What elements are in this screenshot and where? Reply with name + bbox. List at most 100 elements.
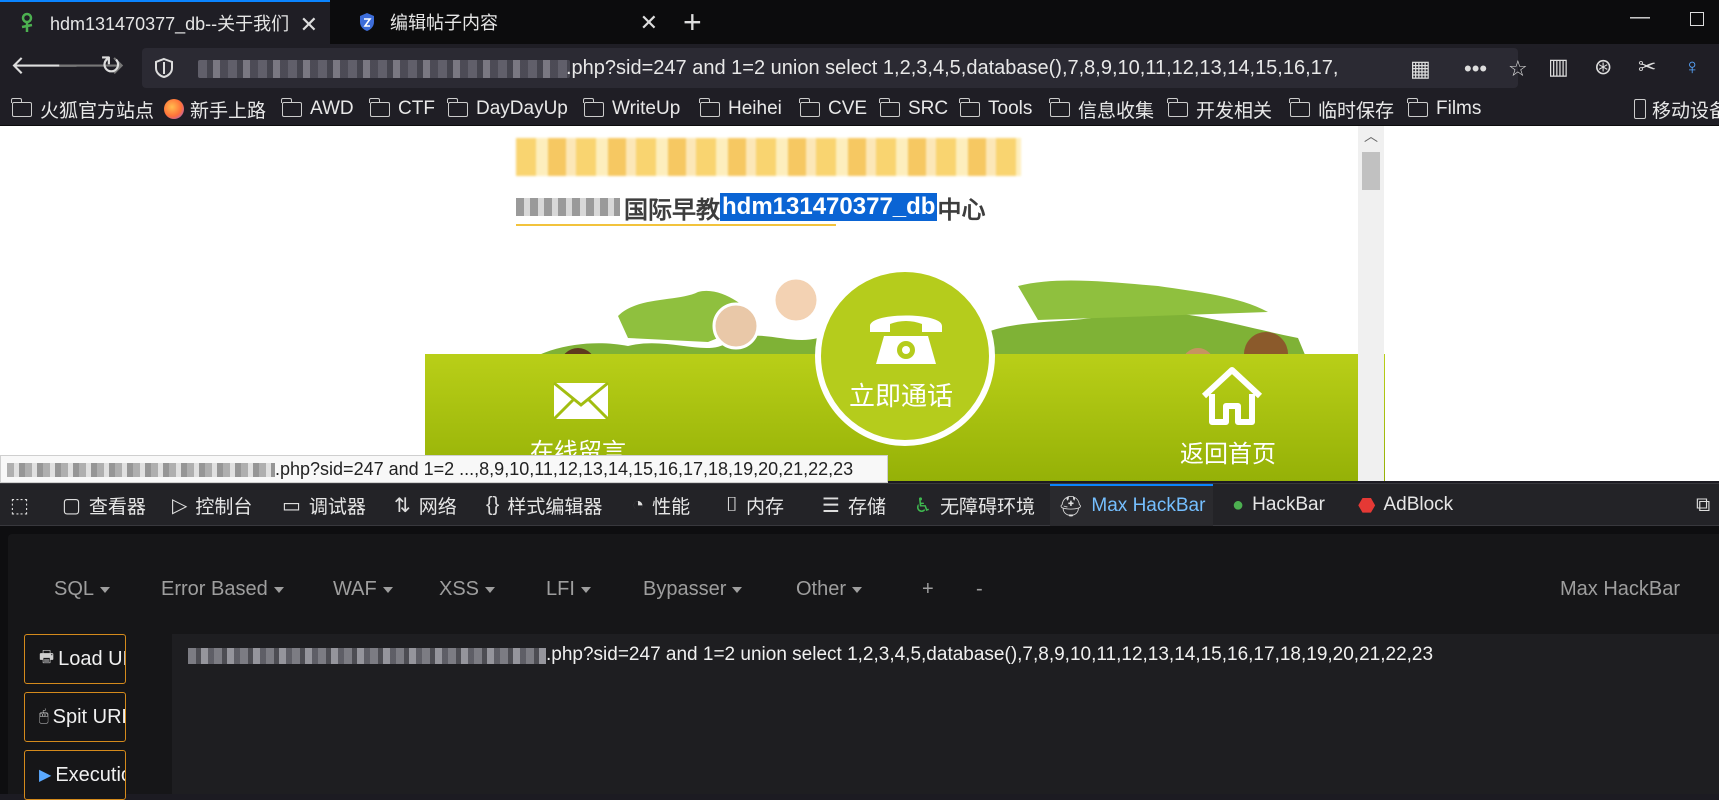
link-status-popup: .php?sid=247 and 1=2 ...,8,9,10,11,12,13…: [0, 455, 888, 483]
mobile-device-icon: [1634, 99, 1646, 119]
shield-icon[interactable]: [154, 57, 174, 79]
chevron-down-icon: [580, 586, 591, 593]
devtools-tab-memory[interactable]: ⌷ 内存: [726, 484, 784, 526]
menu-lfi[interactable]: LFI: [546, 578, 591, 601]
url-text[interactable]: .php?sid=247 and 1=2 union select 1,2,3,…: [566, 57, 1541, 80]
console-icon: ▷: [172, 494, 188, 517]
element-picker-button[interactable]: ⬚: [10, 484, 37, 526]
accessibility-icon: ♿: [914, 494, 932, 517]
page-scrollbar[interactable]: ︿: [1358, 126, 1384, 481]
folder-icon: [1289, 97, 1310, 117]
bookmark-item[interactable]: 开发相关: [1167, 96, 1272, 122]
bookmark-item[interactable]: 火狐官方站点: [11, 96, 154, 122]
mobile-bookmarks[interactable]: 移动设备: [1634, 96, 1719, 122]
maximize-window-icon[interactable]: [1690, 12, 1704, 26]
folder-icon: [1049, 97, 1070, 117]
close-tab-icon[interactable]: ✕: [300, 12, 318, 38]
url-bar[interactable]: .php?sid=247 and 1=2 union select 1,2,3,…: [142, 48, 1528, 88]
highlighted-database-name: hdm131470377_db: [720, 193, 938, 221]
qr-code-icon[interactable]: ▦: [1410, 56, 1431, 82]
close-tab-icon[interactable]: ✕: [640, 10, 658, 36]
menu-sql[interactable]: SQL: [54, 578, 111, 601]
url-redacted: [198, 60, 570, 78]
tab-strip: hdm131470377_db--关于我们 ✕ 编辑帖子内容 ✕ + —: [0, 0, 1719, 44]
bookmark-item[interactable]: 临时保存: [1289, 96, 1394, 122]
add-menu-button[interactable]: +: [922, 578, 934, 601]
devtools-tab-storage[interactable]: ☰ 存储: [822, 484, 886, 526]
network-icon: ⇅: [394, 494, 411, 517]
pin-extension-icon[interactable]: ♀: [1684, 54, 1701, 80]
bookmark-item[interactable]: DayDayUp: [447, 96, 568, 122]
split-url-button[interactable]: 🖱 Spit URL: [24, 692, 126, 742]
status-url-redacted: [7, 463, 275, 477]
tab-active[interactable]: hdm131470377_db--关于我们 ✕: [0, 0, 330, 44]
chevron-down-icon: [382, 586, 393, 593]
sidebar-icon[interactable]: ▥: [1548, 54, 1569, 80]
minimize-window-icon[interactable]: —: [1630, 6, 1650, 29]
scrollbar-thumb[interactable]: [1362, 152, 1380, 190]
back-home-link[interactable]: 返回首页: [1180, 434, 1276, 469]
load-url-button[interactable]: 🖶Load URL: [24, 634, 126, 684]
devtools-tab-console[interactable]: ▷ 控制台: [172, 484, 252, 526]
menu-xss[interactable]: XSS: [439, 578, 496, 601]
menu-bypasser[interactable]: Bypasser: [643, 578, 743, 601]
folder-icon: [369, 97, 390, 117]
devtools-dock-icon[interactable]: ⧉: [1696, 484, 1718, 526]
devtools-tab-inspector[interactable]: ▢ 查看器: [62, 484, 146, 526]
menu-other[interactable]: Other: [796, 578, 863, 601]
storage-icon: ☰: [822, 494, 840, 517]
debugger-icon: ▭: [282, 494, 301, 517]
bookmark-item[interactable]: WriteUp: [583, 96, 680, 122]
folder-icon: [959, 97, 980, 117]
bookmark-item[interactable]: AWD: [281, 96, 354, 122]
play-icon: ▶: [39, 767, 52, 784]
bookmark-item[interactable]: 信息收集: [1049, 96, 1154, 122]
folder-icon: [1167, 97, 1188, 117]
devtools-toolbar: ⬚ ▢ 查看器 ▷ 控制台 ▭ 调试器 ⇅ 网络 {} 样式编辑器 ◔ 性能 ⌷ 内存 ☰ 存储…: [0, 483, 1719, 526]
bookmark-item[interactable]: CVE: [799, 96, 867, 122]
devtools-tab-style-editor[interactable]: {} 样式编辑器: [486, 484, 602, 526]
bookmark-item[interactable]: 新手上路: [164, 96, 266, 122]
devtools-tab-debugger[interactable]: ▭ 调试器: [282, 484, 366, 526]
new-tab-button[interactable]: +: [683, 4, 702, 41]
hackbar-url-redacted: [188, 648, 546, 664]
scroll-up-arrow-icon[interactable]: ︿: [1364, 126, 1378, 146]
tab-inactive[interactable]: 编辑帖子内容 ✕: [340, 0, 670, 44]
execution-button[interactable]: ▶Execution: [24, 750, 126, 800]
envelope-icon: [552, 381, 610, 421]
devtools-tab-adblock[interactable]: ⬣ AdBlock: [1358, 484, 1453, 526]
home-icon: [1201, 367, 1263, 425]
mouse-icon: 🖱: [39, 708, 49, 725]
devtools-tab-network[interactable]: ⇅ 网络: [394, 484, 457, 526]
menu-error-based[interactable]: Error Based: [161, 578, 284, 601]
bookmark-star-icon[interactable]: ☆: [1508, 56, 1528, 82]
bookmark-item[interactable]: Films: [1407, 96, 1481, 122]
folder-icon: [699, 97, 720, 117]
bookmark-item[interactable]: CTF: [369, 96, 435, 122]
heading-underline: [516, 224, 836, 226]
bookmark-item[interactable]: Tools: [959, 96, 1032, 122]
bookmark-item[interactable]: Heihei: [699, 96, 782, 122]
call-now-label: 立即通话: [849, 381, 954, 411]
more-actions-icon[interactable]: •••: [1464, 56, 1487, 82]
bookmark-item[interactable]: SRC: [879, 96, 948, 122]
devtools-tab-performance[interactable]: ◔ 性能: [632, 484, 690, 526]
devtools-tab-hackbar[interactable]: ● HackBar: [1232, 484, 1325, 526]
hackbar-title: Max HackBar: [1560, 578, 1681, 600]
web-page: 国际早教 hdm131470377_db 中心 在线留言 立即通话 返回首页 ︿: [0, 126, 1719, 481]
devtools-tab-accessibility[interactable]: ♿ 无障碍环境: [914, 484, 1035, 526]
style-editor-icon: {}: [486, 493, 500, 516]
remove-menu-button[interactable]: -: [976, 578, 983, 601]
printer-icon: 🖶: [39, 648, 55, 666]
folder-icon: [447, 97, 468, 117]
hackbar-url-text[interactable]: .php?sid=247 and 1=2 union select 1,2,3,…: [546, 644, 1433, 666]
devtools-tab-max-hackbar[interactable]: ⛑ Max HackBar: [1050, 484, 1214, 526]
menu-waf[interactable]: WAF: [333, 578, 393, 601]
chevron-down-icon: [852, 586, 863, 593]
reload-button[interactable]: ↻: [100, 50, 122, 81]
extension-icon[interactable]: ⊛: [1594, 54, 1612, 80]
max-hackbar-icon: ⛑: [1058, 495, 1084, 518]
chevron-down-icon: [100, 586, 111, 593]
hackbar-url-textarea[interactable]: .php?sid=247 and 1=2 union select 1,2,3,…: [172, 634, 1719, 794]
scissors-icon[interactable]: ✂: [1638, 54, 1656, 80]
